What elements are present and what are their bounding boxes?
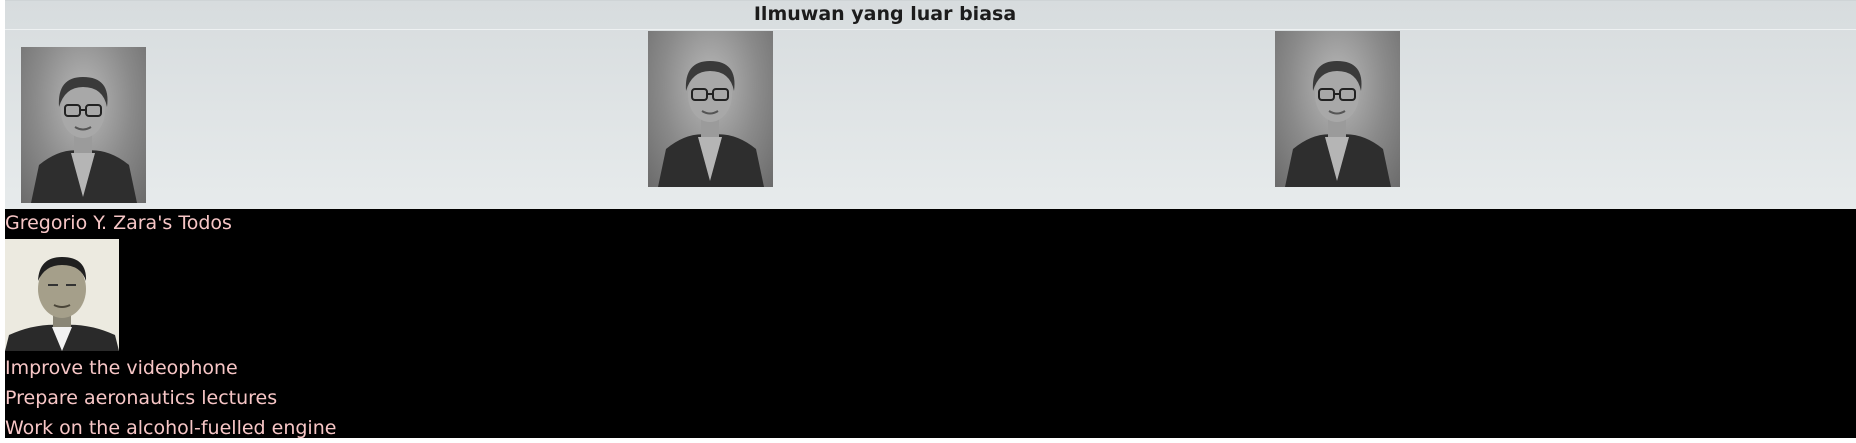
divider	[5, 29, 1856, 30]
todo-title: Gregorio Y. Zara's Todos	[5, 212, 232, 234]
scientist-photo	[648, 31, 773, 187]
todo-item: Work on the alcohol-fuelled engine	[5, 417, 337, 439]
page: Ilmuwan yang luar biasa Gregorio Y. Zara…	[5, 0, 1856, 439]
scientist-portrait-icon	[658, 61, 764, 187]
scientist-photo	[21, 47, 146, 203]
scientist-portrait-icon	[5, 239, 119, 351]
todo-list: Improve the videophone Prepare aeronauti…	[5, 353, 336, 443]
todo-item: Prepare aeronautics lectures	[5, 387, 278, 409]
scientist-portrait-icon	[1285, 61, 1391, 187]
todo-panel: Gregorio Y. Zara's Todos Improve the vid…	[5, 209, 1856, 439]
avatar	[5, 239, 119, 351]
todo-item: Improve the videophone	[5, 357, 238, 379]
scientist-portrait-icon	[31, 77, 137, 203]
scientist-photo	[1275, 31, 1400, 187]
gallery: Ilmuwan yang luar biasa	[5, 0, 1856, 210]
gallery-title: Ilmuwan yang luar biasa	[753, 3, 1017, 25]
